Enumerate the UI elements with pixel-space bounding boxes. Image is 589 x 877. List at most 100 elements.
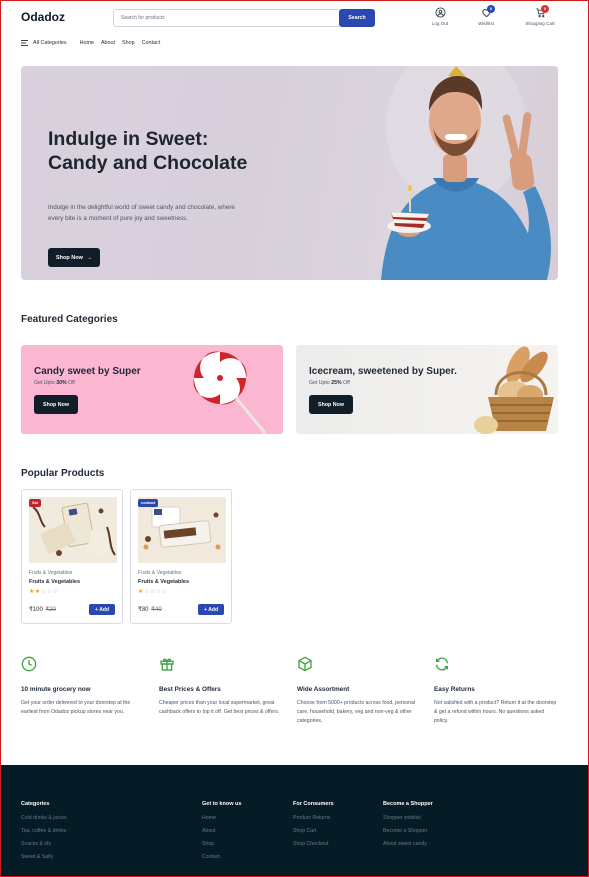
feature-item: Easy Returns Not satisfied with a produc… xyxy=(434,656,558,726)
contact-badge: contact xyxy=(138,499,159,507)
footer-heading: For Consumers xyxy=(293,801,334,807)
footer-link[interactable]: Home xyxy=(202,815,241,821)
category-card-candy[interactable]: Candy sweet by Super Get Upto 30% Off Sh… xyxy=(21,345,283,434)
product-name[interactable]: Fruits & Vegetables xyxy=(138,579,189,585)
footer-heading: Get to know us xyxy=(202,801,242,807)
feature-title: Easy Returns xyxy=(434,686,475,693)
box-icon xyxy=(298,656,312,672)
clock-icon xyxy=(21,656,37,672)
footer-link[interactable]: Contact xyxy=(202,854,241,860)
footer-column-get-to-know-us: Get to know us Home About Shop Contact xyxy=(202,801,241,867)
hero-person-image xyxy=(381,66,551,280)
product-price: ₹80 ₹40 xyxy=(138,606,162,613)
rating-stars: ★☆☆☆☆ xyxy=(138,589,168,595)
feature-description: Cheaper prices than your local supermark… xyxy=(159,700,280,715)
featured-categories-title: Featured Categories xyxy=(21,314,118,325)
add-label: Add xyxy=(208,606,219,613)
footer-link[interactable]: Tea, coffee & drinks xyxy=(21,828,67,834)
feature-title: Wide Assortment xyxy=(297,686,350,693)
product-name[interactable]: Fruits & Vegetables xyxy=(29,579,80,585)
add-to-cart-button[interactable]: + Add xyxy=(89,604,115,615)
main-nav: All Categories Home About Shop Contact xyxy=(21,40,167,46)
category-card-subtitle: Get Upto 25% Off xyxy=(309,380,350,386)
sale-badge: Sal xyxy=(29,499,42,507)
wishlist-button[interactable]: 0 Wishlist xyxy=(466,5,506,26)
footer-link[interactable]: Snacks & sfx xyxy=(21,841,67,847)
all-categories-label: All Categories xyxy=(33,40,67,46)
subtitle-prefix: Get Upto xyxy=(309,380,332,386)
hero-title: Indulge in Sweet: Candy and Chocolate xyxy=(48,128,248,174)
hero-description: Indulge in the delightful world of sweet… xyxy=(48,204,235,223)
cart-badge: 0 xyxy=(541,5,549,13)
category-card-icecream[interactable]: Icecream, sweetened by Super. Get Upto 2… xyxy=(296,345,558,434)
category-shop-now-button[interactable]: Shop Now xyxy=(309,395,353,414)
nav-about[interactable]: About xyxy=(101,40,115,46)
footer-column-for-consumers: For Consumers Product Returns Shop Cart … xyxy=(293,801,334,854)
search-input[interactable] xyxy=(113,9,339,27)
arrow-right-icon: → xyxy=(86,254,93,261)
footer-link[interactable]: About xyxy=(202,828,241,834)
search-bar: Search xyxy=(113,9,375,27)
footer-column-categories: Categories Cold drinks & juices Tea, cof… xyxy=(21,801,67,867)
hero-shop-now-button[interactable]: Shop Now → xyxy=(48,248,101,267)
shopping-cart-button[interactable]: 0 Shopping Cart xyxy=(520,5,560,26)
footer-column-become-a-shopper: Become a Shopper Shopper wishlist Become… xyxy=(383,801,433,854)
feature-item: 10 minute grocery now Get your order del… xyxy=(21,656,145,717)
rating-stars: ★★☆☆☆ xyxy=(29,589,59,595)
footer-link[interactable]: Cold drinks & juices xyxy=(21,815,67,821)
subtitle-suffix: Off xyxy=(66,380,75,386)
product-card[interactable]: Sal Fruits & Vegetables Fruits & Vegetab… xyxy=(21,489,123,624)
feature-item: Best Prices & Offers Cheaper prices than… xyxy=(159,656,283,717)
category-shop-now-button[interactable]: Shop Now xyxy=(34,395,78,414)
feature-description: Choose from 5000+ products across food, … xyxy=(297,700,416,724)
footer-link[interactable]: Shop Checkout xyxy=(293,841,334,847)
logout-label: Log Out xyxy=(431,21,449,26)
feature-title: 10 minute grocery now xyxy=(21,686,91,693)
feature-description: Not satisfied with a product? Return it … xyxy=(434,700,557,724)
footer-link[interactable]: Shopper wishlist xyxy=(383,815,433,821)
product-category: Fruits & Vegetables xyxy=(138,570,182,576)
category-card-subtitle: Get Upto 30% Off xyxy=(34,380,75,386)
product-price: ₹100 ₹20 xyxy=(29,606,56,613)
wishlist-badge: 0 xyxy=(487,5,495,13)
footer-link[interactable]: Sweet & Salty xyxy=(21,854,67,860)
hero-shop-now-label: Shop Now xyxy=(56,254,83,261)
footer: Categories Cold drinks & juices Tea, cof… xyxy=(0,765,589,877)
footer-link[interactable]: Shop xyxy=(202,841,241,847)
feature-item: Wide Assortment Choose from 5000+ produc… xyxy=(297,656,421,726)
current-price: ₹100 xyxy=(29,607,43,613)
hero-banner: Indulge in Sweet: Candy and Chocolate In… xyxy=(21,66,558,280)
all-categories-button[interactable]: All Categories xyxy=(21,40,67,46)
feature-description: Get your order delivered to your doorste… xyxy=(21,700,131,715)
logout-button[interactable]: Log Out xyxy=(420,7,460,26)
lollipop-image xyxy=(193,351,267,434)
wishlist-label: Wishlist xyxy=(478,21,494,26)
footer-link[interactable]: Become a Shopper xyxy=(383,828,433,834)
nav-shop[interactable]: Shop xyxy=(122,40,135,46)
nav-home[interactable]: Home xyxy=(80,40,94,46)
footer-link[interactable]: Product Returns xyxy=(293,815,334,821)
gift-icon xyxy=(160,658,174,671)
discount-value: 30% xyxy=(56,380,67,386)
cart-label: Shopping Cart xyxy=(525,21,555,26)
footer-link[interactable]: About sweet candy xyxy=(383,841,433,847)
subtitle-prefix: Get Upto xyxy=(34,380,57,386)
current-price: ₹80 xyxy=(138,607,149,613)
product-image xyxy=(29,497,117,563)
category-card-title: Candy sweet by Super xyxy=(34,366,141,377)
category-card-title: Icecream, sweetened by Super. xyxy=(309,366,457,377)
add-to-cart-button[interactable]: + Add xyxy=(198,604,224,615)
popular-products-title: Popular Products xyxy=(21,468,105,479)
refresh-icon xyxy=(436,657,448,671)
search-button[interactable]: Search xyxy=(339,9,375,27)
footer-heading: Become a Shopper xyxy=(383,801,433,807)
footer-link[interactable]: Shop Cart xyxy=(293,828,334,834)
feature-title: Best Prices & Offers xyxy=(159,686,221,693)
brand-logo[interactable]: Odadoz xyxy=(21,10,65,24)
user-icon xyxy=(434,7,446,18)
bread-basket-image xyxy=(474,346,554,434)
menu-icon xyxy=(21,40,28,46)
nav-contact[interactable]: Contact xyxy=(142,40,161,46)
product-card[interactable]: contact Fruits & Vegetables Fruits & Veg… xyxy=(130,489,232,624)
footer-heading: Categories xyxy=(21,801,50,807)
